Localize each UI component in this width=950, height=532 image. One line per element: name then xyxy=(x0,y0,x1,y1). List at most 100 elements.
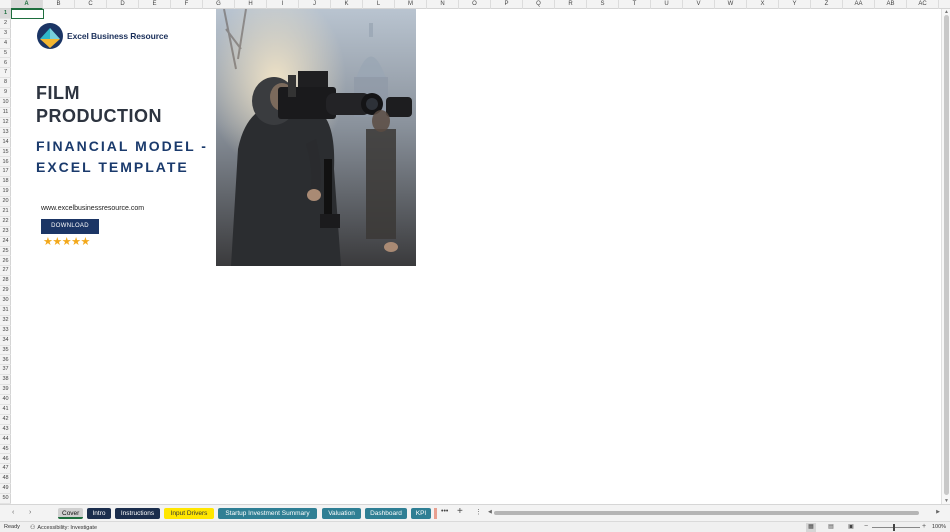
row-header-19[interactable]: 19 xyxy=(0,187,11,198)
zoom-out-icon[interactable]: − xyxy=(864,523,868,530)
more-tabs-icon[interactable]: ••• xyxy=(441,508,448,515)
column-header-d[interactable]: D xyxy=(107,0,139,9)
row-header-24[interactable]: 24 xyxy=(0,237,11,247)
column-header-z[interactable]: Z xyxy=(811,0,843,9)
column-header-s[interactable]: S xyxy=(587,0,619,9)
column-header-k[interactable]: K xyxy=(331,0,363,9)
column-header-c[interactable]: C xyxy=(75,0,107,9)
page-layout-view-icon[interactable]: ▤ xyxy=(826,523,836,532)
row-header-40[interactable]: 40 xyxy=(0,395,11,405)
column-header-j[interactable]: J xyxy=(299,0,331,9)
horizontal-scrollbar[interactable]: ◀ ▶ xyxy=(488,509,940,516)
worksheet-grid[interactable]: Excel Business Resource FILM PRODUCTION … xyxy=(11,9,941,504)
tab-valuation[interactable]: Valuation xyxy=(322,508,361,519)
row-header-48[interactable]: 48 xyxy=(0,474,11,485)
row-header-1[interactable]: 1 xyxy=(0,9,11,19)
column-header-a[interactable]: A xyxy=(11,0,43,9)
row-header-16[interactable]: 16 xyxy=(0,158,11,168)
column-header-g[interactable]: G xyxy=(203,0,235,9)
zoom-level[interactable]: 100% xyxy=(932,524,946,530)
column-header-v[interactable]: V xyxy=(683,0,715,9)
row-header-2[interactable]: 2 xyxy=(0,19,11,29)
column-header-q[interactable]: Q xyxy=(523,0,555,9)
row-header-13[interactable]: 13 xyxy=(0,128,11,138)
row-header-44[interactable]: 44 xyxy=(0,435,11,445)
column-header-ac[interactable]: AC xyxy=(907,0,939,9)
row-header-29[interactable]: 29 xyxy=(0,286,11,297)
column-header-w[interactable]: W xyxy=(715,0,747,9)
tab-kpi[interactable]: KPI xyxy=(411,508,431,519)
row-header-30[interactable]: 30 xyxy=(0,296,11,306)
row-header-27[interactable]: 27 xyxy=(0,266,11,277)
row-header-33[interactable]: 33 xyxy=(0,326,11,336)
row-header-5[interactable]: 5 xyxy=(0,49,11,59)
tab-input-drivers[interactable]: Input Drivers xyxy=(164,508,214,519)
row-header-35[interactable]: 35 xyxy=(0,346,11,356)
row-header-17[interactable]: 17 xyxy=(0,167,11,178)
row-header-4[interactable]: 4 xyxy=(0,39,11,49)
row-header-9[interactable]: 9 xyxy=(0,88,11,99)
row-header-23[interactable]: 23 xyxy=(0,227,11,237)
row-header-28[interactable]: 28 xyxy=(0,276,11,287)
tab-startup-investment-summary[interactable]: Startup Investment Summary xyxy=(218,508,317,519)
row-header-11[interactable]: 11 xyxy=(0,108,11,118)
vertical-scrollbar[interactable]: ▲ ▼ xyxy=(941,9,950,504)
row-header-46[interactable]: 46 xyxy=(0,455,11,465)
row-header-18[interactable]: 18 xyxy=(0,177,11,188)
column-header-m[interactable]: M xyxy=(395,0,427,9)
row-header-47[interactable]: 47 xyxy=(0,464,11,475)
column-header-h[interactable]: H xyxy=(235,0,267,9)
row-header-14[interactable]: 14 xyxy=(0,138,11,148)
active-cell-a1[interactable] xyxy=(11,9,44,19)
column-header-y[interactable]: Y xyxy=(779,0,811,9)
row-header-50[interactable]: 50 xyxy=(0,494,11,504)
row-header-7[interactable]: 7 xyxy=(0,68,11,79)
tab-options-icon[interactable]: ⋮ xyxy=(475,508,482,516)
column-header-t[interactable]: T xyxy=(619,0,651,9)
accessibility-status[interactable]: ⚇ Accessibility: Investigate xyxy=(30,524,97,532)
tab-dashboard[interactable]: Dashboard xyxy=(365,508,407,519)
row-header-38[interactable]: 38 xyxy=(0,375,11,386)
column-header-u[interactable]: U xyxy=(651,0,683,9)
add-sheet-button[interactable]: + xyxy=(457,506,463,517)
row-header-37[interactable]: 37 xyxy=(0,365,11,376)
prev-sheet-icon[interactable]: ‹ xyxy=(12,509,14,516)
row-header-21[interactable]: 21 xyxy=(0,207,11,217)
normal-view-icon[interactable]: ▦ xyxy=(806,523,816,532)
scroll-right-icon[interactable]: ▶ xyxy=(936,509,940,515)
next-sheet-icon[interactable]: › xyxy=(29,509,31,516)
horizontal-scroll-thumb[interactable] xyxy=(494,511,919,515)
column-header-ab[interactable]: AB xyxy=(875,0,907,9)
row-header-6[interactable]: 6 xyxy=(0,59,11,69)
vertical-scroll-thumb[interactable] xyxy=(944,15,949,495)
row-header-3[interactable]: 3 xyxy=(0,29,11,39)
row-header-49[interactable]: 49 xyxy=(0,484,11,495)
column-header-p[interactable]: P xyxy=(491,0,523,9)
zoom-in-icon[interactable]: + xyxy=(922,523,926,530)
row-header-20[interactable]: 20 xyxy=(0,197,11,207)
row-header-41[interactable]: 41 xyxy=(0,405,11,415)
column-header-aa[interactable]: AA xyxy=(843,0,875,9)
scroll-left-icon[interactable]: ◀ xyxy=(488,509,492,515)
download-button[interactable]: DOWNLOAD xyxy=(41,219,99,234)
column-header-x[interactable]: X xyxy=(747,0,779,9)
tab-instructions[interactable]: Instructions xyxy=(115,508,160,519)
column-header-l[interactable]: L xyxy=(363,0,395,9)
tab-cover[interactable]: Cover xyxy=(58,508,83,519)
row-header-32[interactable]: 32 xyxy=(0,316,11,326)
row-header-45[interactable]: 45 xyxy=(0,445,11,455)
column-header-i[interactable]: I xyxy=(267,0,299,9)
column-header-o[interactable]: O xyxy=(459,0,491,9)
row-header-42[interactable]: 42 xyxy=(0,415,11,425)
page-break-view-icon[interactable]: ▣ xyxy=(846,523,856,532)
row-header-15[interactable]: 15 xyxy=(0,148,11,158)
zoom-slider[interactable] xyxy=(872,527,920,528)
row-header-8[interactable]: 8 xyxy=(0,78,11,89)
row-header-43[interactable]: 43 xyxy=(0,425,11,435)
column-header-f[interactable]: F xyxy=(171,0,203,9)
zoom-slider-knob[interactable] xyxy=(893,524,895,531)
website-link[interactable]: www.excelbusinessresource.com xyxy=(41,205,144,212)
column-header-e[interactable]: E xyxy=(139,0,171,9)
tab-intro[interactable]: Intro xyxy=(87,508,111,519)
row-header-39[interactable]: 39 xyxy=(0,385,11,396)
